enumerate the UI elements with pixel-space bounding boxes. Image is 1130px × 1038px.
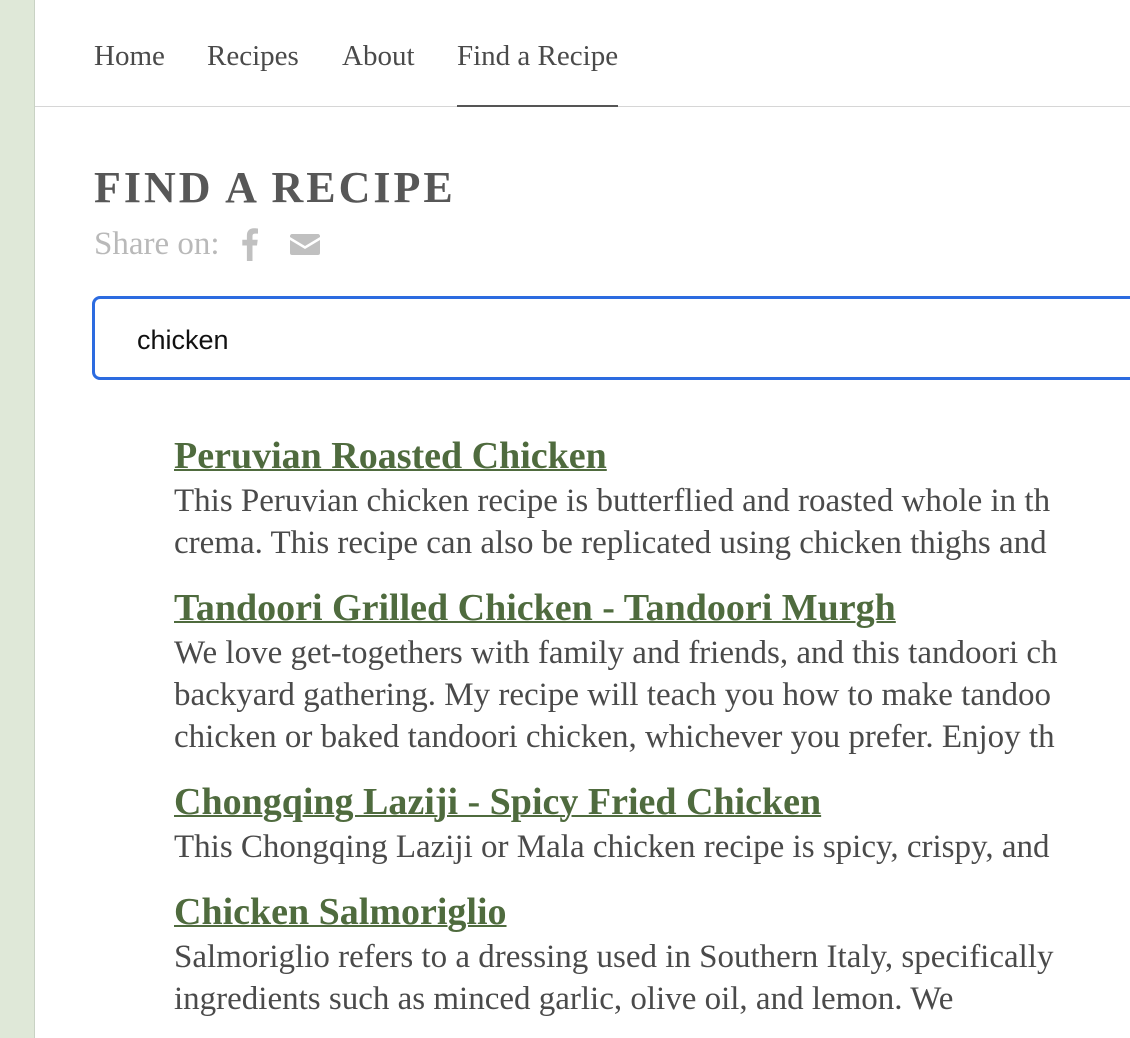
result-item: Peruvian Roasted Chicken This Peruvian ch… — [174, 432, 1130, 564]
share-bar: Share on: — [94, 224, 320, 264]
nav-item-find-a-recipe[interactable]: Find a Recipe — [457, 38, 619, 107]
top-nav: Home Recipes About Find a Recipe — [35, 0, 1130, 107]
results-list: Peruvian Roasted Chicken This Peruvian ch… — [174, 432, 1130, 1038]
nav-item-about[interactable]: About — [342, 38, 415, 106]
result-description-line: Salmoriglio refers to a dressing used in… — [174, 939, 1054, 975]
page-container: Home Recipes About Find a Recipe FIND A … — [35, 0, 1130, 1038]
email-icon[interactable] — [289, 232, 320, 256]
facebook-icon[interactable] — [241, 227, 258, 261]
result-description-line: This Peruvian chicken recipe is butterfl… — [174, 483, 1051, 519]
result-title-link[interactable]: Tandoori Grilled Chicken - Tandoori Murg… — [174, 584, 896, 632]
result-description-line: crema. This recipe can also be replicate… — [174, 525, 1047, 561]
result-title-link[interactable]: Chongqing Laziji - Spicy Fried Chicken — [174, 778, 821, 826]
search-input[interactable] — [137, 322, 1130, 358]
result-title-link[interactable]: Chicken Salmoriglio — [174, 888, 507, 936]
nav-item-home[interactable]: Home — [94, 38, 165, 106]
result-description-line: chicken or baked tandoori chicken, which… — [174, 719, 1055, 755]
result-description-line: ingredients such as minced garlic, olive… — [174, 981, 954, 1017]
result-item: Chicken Salmoriglio Salmoriglio refers to… — [174, 888, 1130, 1020]
search-box — [92, 296, 1130, 380]
nav-item-recipes[interactable]: Recipes — [207, 38, 299, 106]
result-item: Tandoori Grilled Chicken - Tandoori Murg… — [174, 584, 1130, 758]
result-item: Chongqing Laziji - Spicy Fried Chicken Th… — [174, 778, 1130, 868]
result-description-line: We love get-togethers with family and fr… — [174, 635, 1058, 671]
page-title: FIND A RECIPE — [94, 163, 456, 212]
result-description-line: This Chongqing Laziji or Mala chicken re… — [174, 829, 1050, 865]
left-sidebar-strip — [0, 0, 35, 1038]
result-title-link[interactable]: Peruvian Roasted Chicken — [174, 432, 607, 480]
share-label: Share on: — [94, 225, 220, 262]
result-description-line: backyard gathering. My recipe will teach… — [174, 677, 1051, 713]
